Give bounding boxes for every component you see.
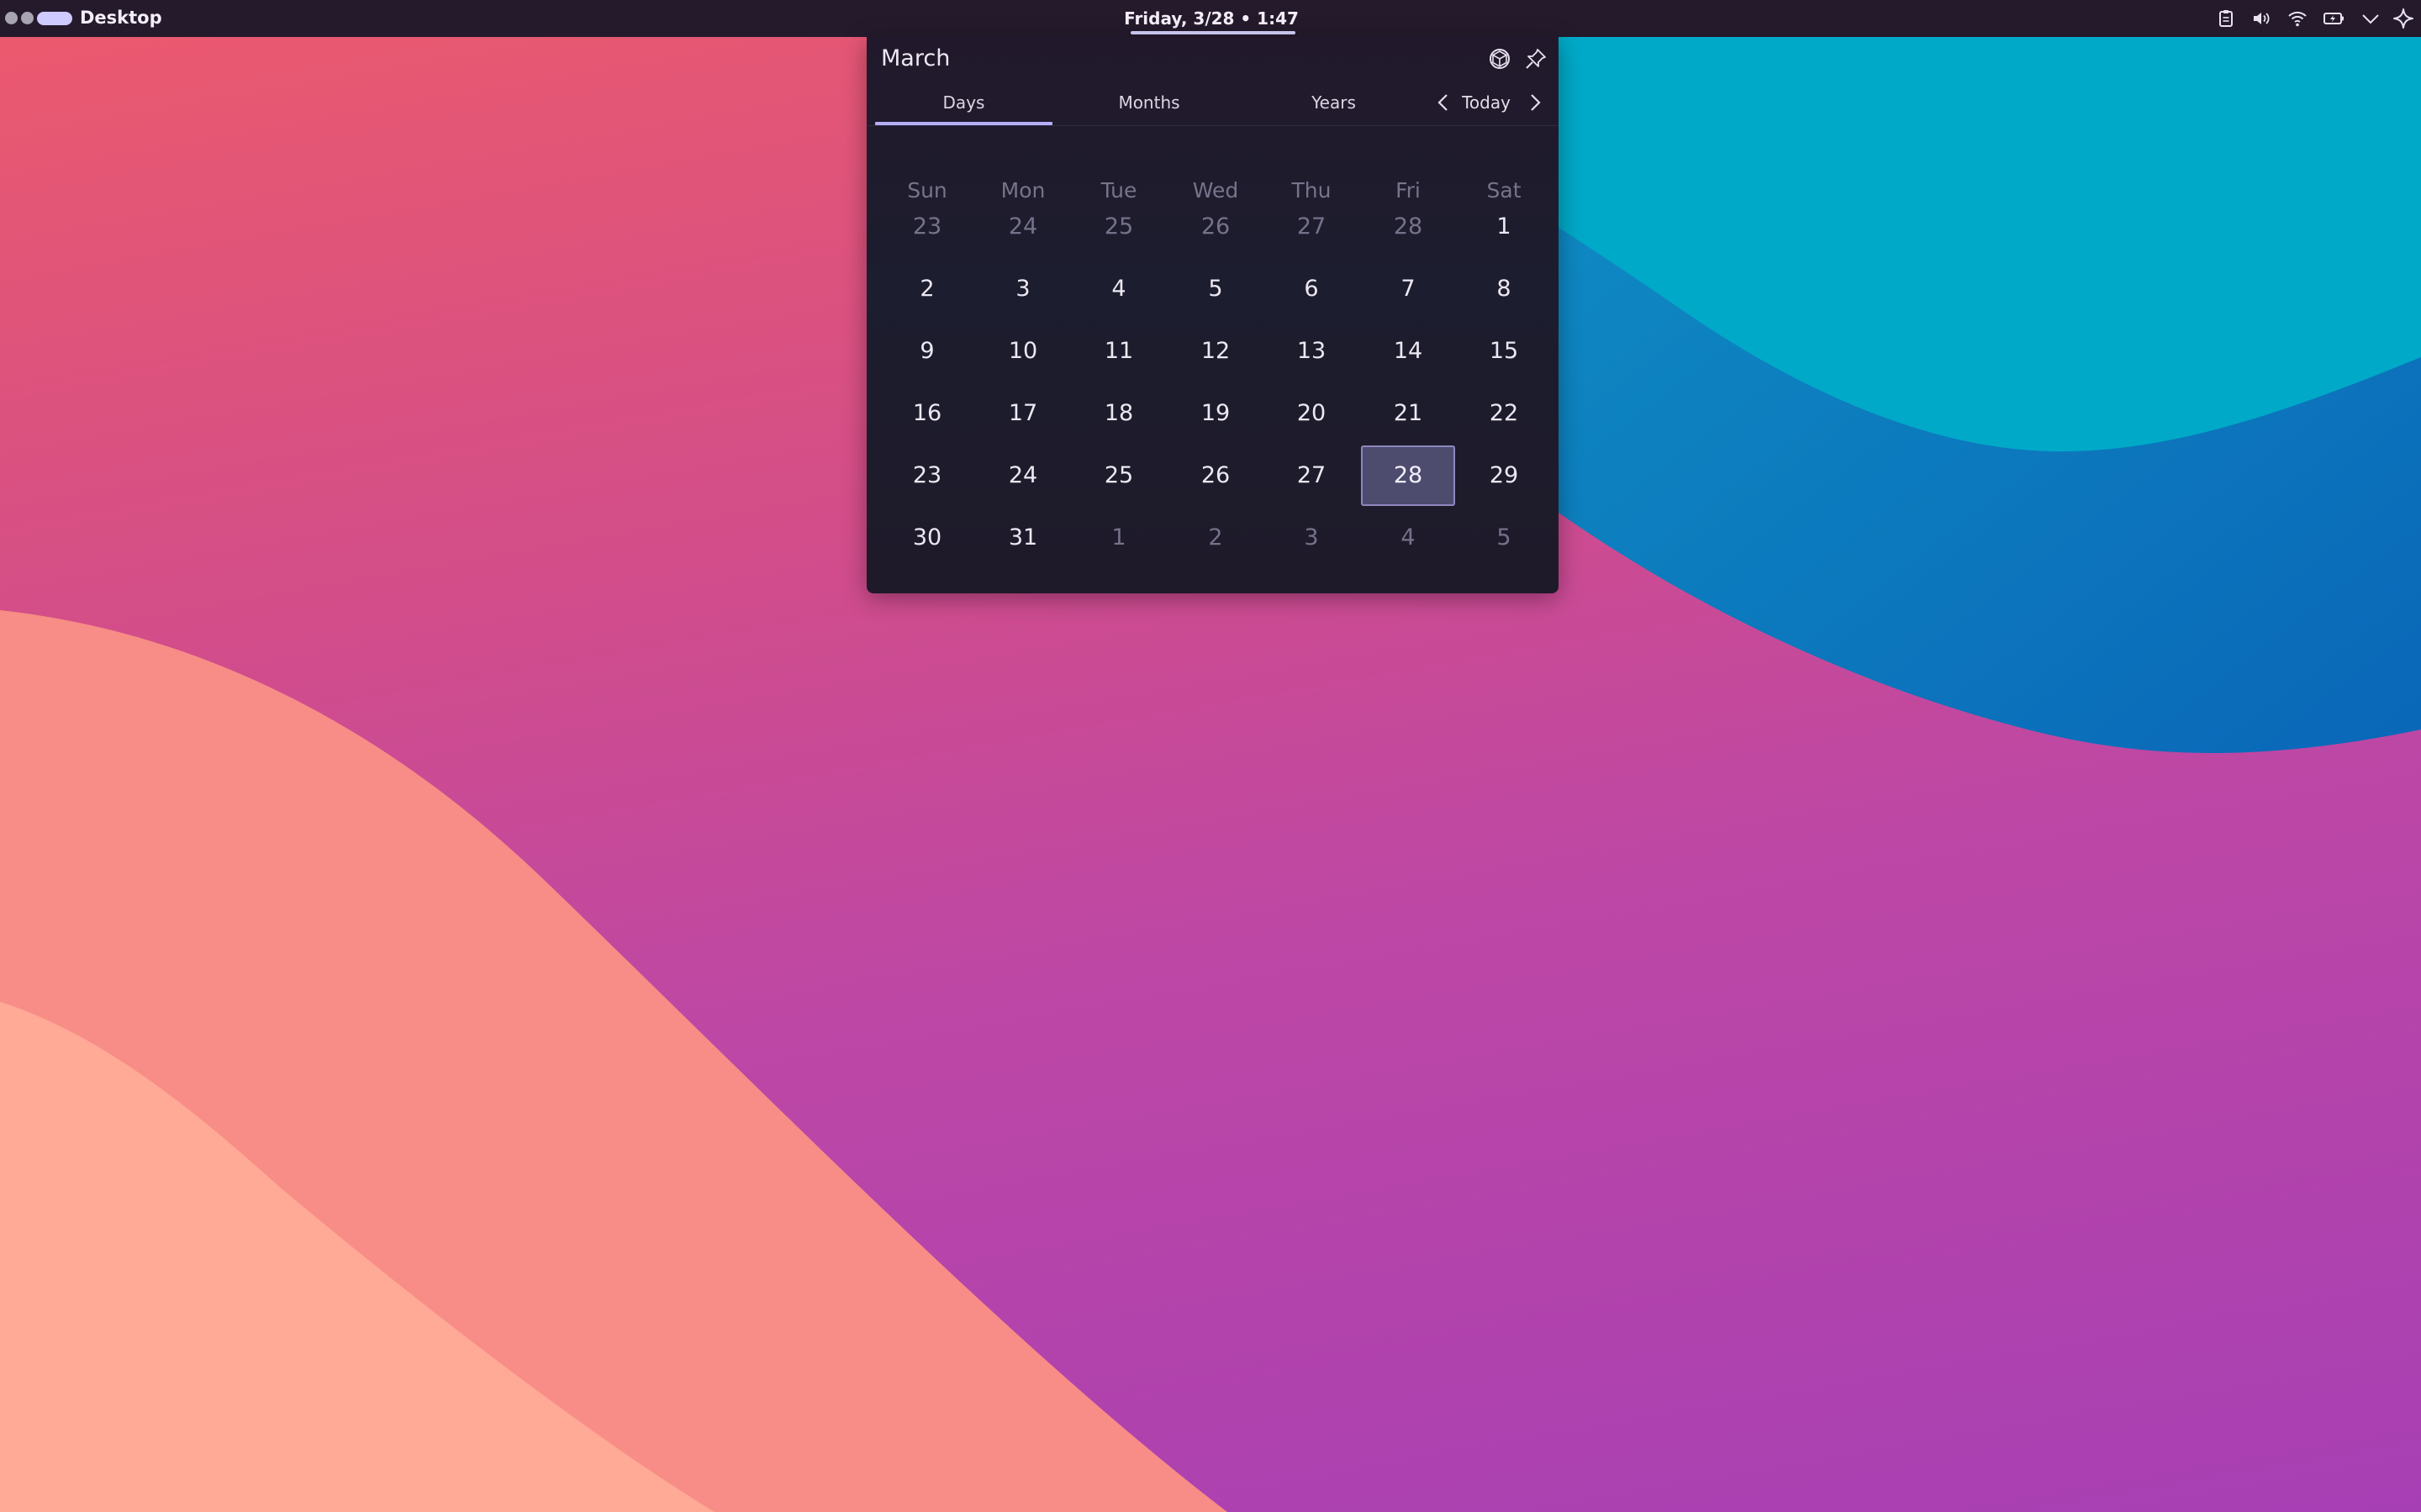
chevron-left-icon[interactable]	[1431, 89, 1456, 116]
day-cell[interactable]: 26	[1168, 445, 1263, 506]
day-cell[interactable]: 29	[1457, 445, 1551, 506]
wifi-icon[interactable]	[2286, 7, 2309, 30]
day-cell[interactable]: 2	[880, 259, 974, 319]
day-cell[interactable]: 6	[1264, 259, 1358, 319]
sparkle-icon[interactable]	[2392, 7, 2415, 30]
day-cell[interactable]: 24	[976, 445, 1070, 506]
day-cell[interactable]: 11	[1072, 321, 1166, 382]
tab-months[interactable]: Months	[1060, 87, 1238, 118]
calendar-month-title: March	[881, 45, 951, 71]
clipboard-icon[interactable]	[2214, 7, 2238, 30]
chevron-down-icon[interactable]	[2359, 7, 2382, 30]
cube-icon[interactable]	[1486, 45, 1513, 72]
day-cell[interactable]: 5	[1168, 259, 1263, 319]
day-cell[interactable]: 25	[1072, 445, 1166, 506]
day-cell[interactable]: 24	[976, 197, 1070, 257]
day-cell[interactable]: 3	[1264, 508, 1358, 568]
day-cell[interactable]: 4	[1361, 508, 1455, 568]
day-cell[interactable]: 25	[1072, 197, 1166, 257]
desktop: Desktop Friday, 3/28 • 1:47 PM March	[0, 0, 2421, 1512]
day-cell[interactable]: 9	[880, 321, 974, 382]
tab-years[interactable]: Years	[1245, 87, 1422, 118]
day-cell[interactable]: 3	[976, 259, 1070, 319]
day-cell[interactable]: 23	[880, 197, 974, 257]
top-panel: Desktop Friday, 3/28 • 1:47 PM	[0, 0, 2421, 66]
chevron-right-icon[interactable]	[1522, 89, 1548, 116]
day-cell[interactable]: 8	[1457, 259, 1551, 319]
day-cell[interactable]: 28	[1361, 197, 1455, 257]
day-cell[interactable]: 1	[1457, 197, 1551, 257]
day-cell[interactable]: 15	[1457, 321, 1551, 382]
today-button[interactable]: Today	[1459, 87, 1513, 118]
day-cell[interactable]: 31	[976, 508, 1070, 568]
tab-days[interactable]: Days	[875, 87, 1052, 118]
day-cell[interactable]: 13	[1264, 321, 1358, 382]
day-cell[interactable]: 20	[1264, 383, 1358, 444]
day-cell[interactable]: 7	[1361, 259, 1455, 319]
workspace-dot-icon[interactable]	[21, 12, 34, 24]
day-cell[interactable]: 5	[1457, 508, 1551, 568]
day-cell[interactable]: 21	[1361, 383, 1455, 444]
battery-charging-icon[interactable]	[2322, 7, 2345, 30]
day-cell[interactable]: 10	[976, 321, 1070, 382]
calendar-popup: March Days Months Years Today Sun Mon Tue W…	[867, 37, 1559, 593]
day-cell[interactable]: 12	[1168, 321, 1263, 382]
day-cell[interactable]: 2	[1168, 508, 1263, 568]
pin-icon[interactable]	[1522, 45, 1549, 72]
day-cell[interactable]: 27	[1264, 197, 1358, 257]
day-cell[interactable]: 17	[976, 383, 1070, 444]
day-cell[interactable]: 26	[1168, 197, 1263, 257]
day-cell[interactable]: 18	[1072, 383, 1166, 444]
workspace-dot-icon[interactable]	[5, 12, 18, 24]
day-cell[interactable]: 4	[1072, 259, 1166, 319]
day-cell[interactable]: 1	[1072, 508, 1166, 568]
selected-day-cell[interactable]: 28	[1361, 445, 1455, 506]
clock-active-indicator	[1131, 31, 1295, 34]
day-cell[interactable]: 23	[880, 445, 974, 506]
volume-icon[interactable]	[2250, 7, 2273, 30]
day-cell[interactable]: 19	[1168, 383, 1263, 444]
active-workspace-pill-icon[interactable]	[37, 12, 72, 25]
day-cell[interactable]: 16	[880, 383, 974, 444]
active-window-title: Desktop	[80, 8, 162, 28]
day-cell[interactable]: 27	[1264, 445, 1358, 506]
tabs-divider	[867, 125, 1559, 126]
day-cell[interactable]: 22	[1457, 383, 1551, 444]
day-cell[interactable]: 30	[880, 508, 974, 568]
day-cell[interactable]: 14	[1361, 321, 1455, 382]
